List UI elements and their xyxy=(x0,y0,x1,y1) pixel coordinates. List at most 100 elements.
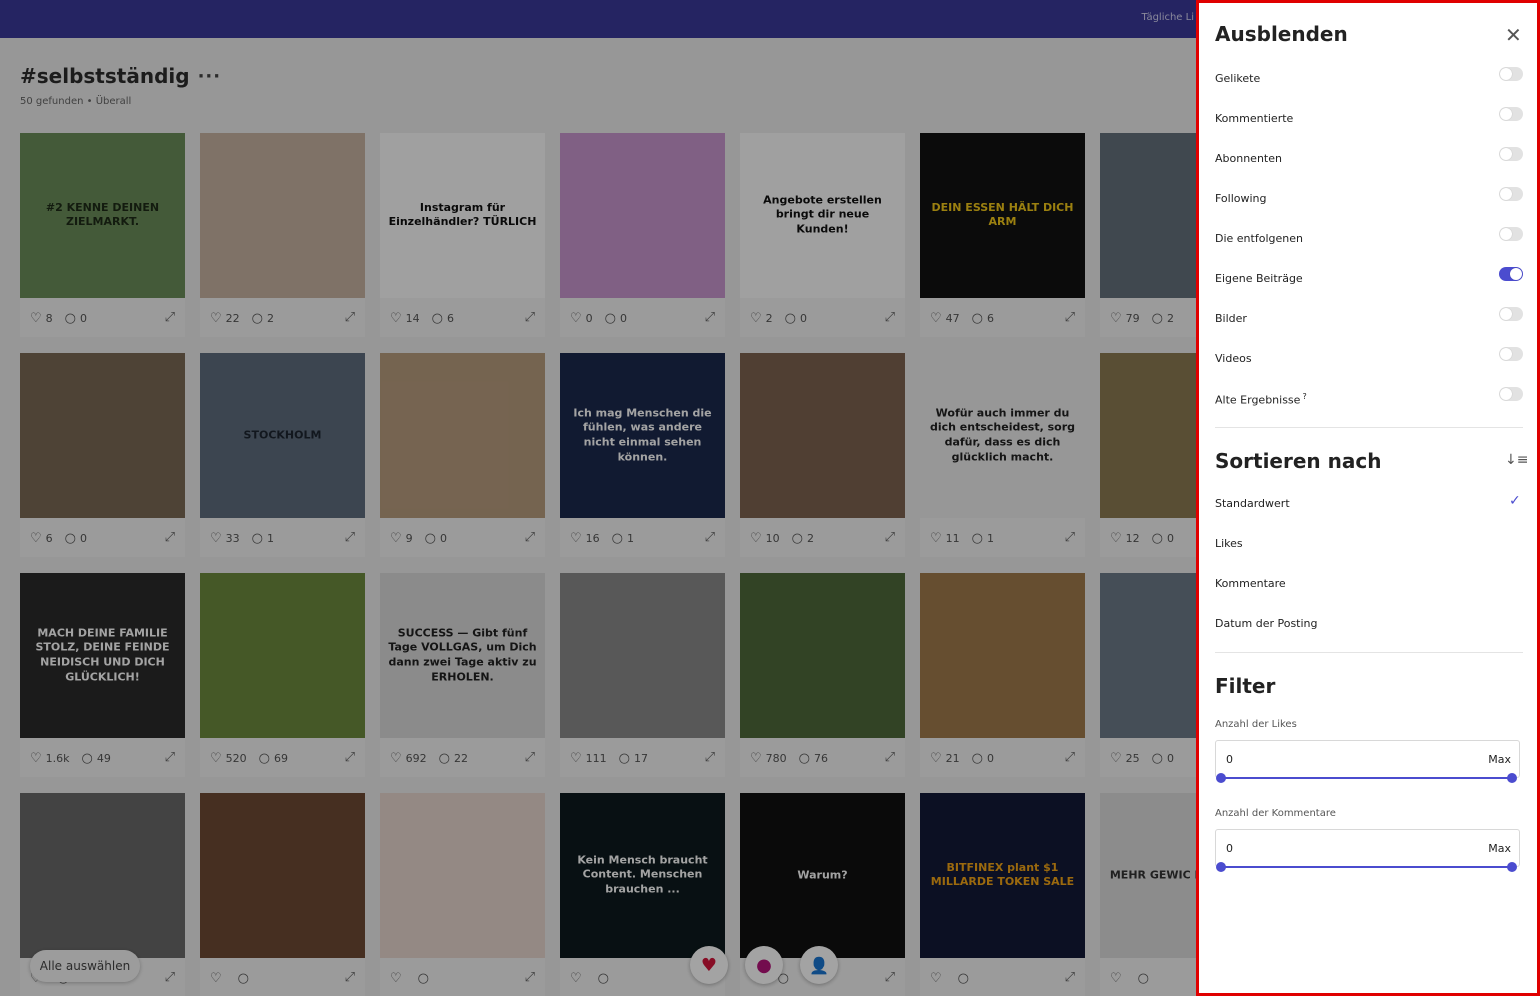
heart-outline-icon[interactable]: ♡ xyxy=(930,531,942,546)
heart-outline-icon[interactable]: ♡ xyxy=(1110,971,1122,986)
post-card[interactable]: ♡ 780 ○ 76 ⤢ xyxy=(740,573,905,777)
heart-outline-icon[interactable]: ♡ xyxy=(1110,531,1122,546)
heart-outline-icon[interactable]: ♡ xyxy=(570,311,582,326)
expand-icon[interactable]: ⤢ xyxy=(705,750,715,765)
comments-slider-max-handle[interactable] xyxy=(1507,862,1517,872)
hide-option-toggle[interactable] xyxy=(1499,227,1523,241)
post-image[interactable] xyxy=(920,573,1085,738)
hide-option-toggle[interactable] xyxy=(1499,307,1523,321)
heart-outline-icon[interactable]: ♡ xyxy=(30,531,42,546)
post-image[interactable] xyxy=(380,793,545,958)
heart-outline-icon[interactable]: ♡ xyxy=(30,311,42,326)
comment-bubble-icon[interactable]: ○ xyxy=(605,311,616,326)
comment-bubble-icon[interactable]: ○ xyxy=(1152,311,1163,326)
sort-option-row[interactable]: Likes xyxy=(1215,537,1523,550)
post-card[interactable]: DEIN ESSEN HÄLT DICH ARM ♡ 47 ○ 6 ⤢ xyxy=(920,133,1085,337)
post-card[interactable]: Ich mag Menschen die fühlen, was andere … xyxy=(560,353,725,557)
comment-bubble-icon[interactable]: ○ xyxy=(792,531,803,546)
post-card[interactable]: Wofür auch immer du dich entscheidest, s… xyxy=(920,353,1085,557)
expand-icon[interactable]: ⤢ xyxy=(525,970,535,985)
heart-outline-icon[interactable]: ♡ xyxy=(390,971,402,986)
expand-icon[interactable]: ⤢ xyxy=(705,530,715,545)
post-card[interactable]: ♡ 21 ○ 0 ⤢ xyxy=(920,573,1085,777)
comment-bubble-icon[interactable]: ○ xyxy=(238,971,249,986)
hide-option-row[interactable]: Eigene Beiträge xyxy=(1215,267,1523,285)
post-card[interactable]: ♡12○0⤢ xyxy=(1100,353,1196,557)
top-bar-text[interactable]: Tägliche Li xyxy=(1142,12,1195,23)
hide-option-toggle[interactable] xyxy=(1499,347,1523,361)
comment-bubble-icon[interactable]: ○ xyxy=(598,971,609,986)
hide-option-row[interactable]: Bilder xyxy=(1215,307,1523,325)
comment-bubble-icon[interactable]: ○ xyxy=(958,971,969,986)
sort-descending-icon[interactable]: ↓≡ xyxy=(1505,452,1528,468)
post-image[interactable] xyxy=(1100,353,1196,518)
hide-option-toggle[interactable] xyxy=(1499,267,1523,281)
sort-option-row[interactable]: Kommentare xyxy=(1215,577,1523,590)
heart-outline-icon[interactable]: ♡ xyxy=(210,311,222,326)
post-image[interactable]: Angebote erstellen bringt dir neue Kunde… xyxy=(740,133,905,298)
expand-icon[interactable]: ⤢ xyxy=(165,310,175,325)
post-image[interactable]: MEHR GEWIC DIE HAND xyxy=(1100,793,1196,958)
expand-icon[interactable]: ⤢ xyxy=(885,530,895,545)
comment-bubble-icon[interactable]: ○ xyxy=(1138,971,1149,986)
expand-icon[interactable]: ⤢ xyxy=(1065,750,1075,765)
heart-outline-icon[interactable]: ♡ xyxy=(930,971,942,986)
heart-outline-icon[interactable]: ♡ xyxy=(570,531,582,546)
post-image[interactable] xyxy=(200,133,365,298)
comment-bubble-icon[interactable]: ○ xyxy=(1152,531,1163,546)
post-card[interactable]: MACH DEINE FAMILIE STOLZ, DEINE FEINDE N… xyxy=(20,573,185,777)
comments-range-field[interactable]: 0 Max xyxy=(1215,829,1520,867)
expand-icon[interactable]: ⤢ xyxy=(525,750,535,765)
fab-follow-add-user-icon[interactable]: 👤 xyxy=(800,946,838,984)
expand-icon[interactable]: ⤢ xyxy=(345,970,355,985)
likes-slider-max-handle[interactable] xyxy=(1507,773,1517,783)
post-image[interactable]: Ich mag Menschen die fühlen, was andere … xyxy=(560,353,725,518)
hide-option-row[interactable]: Die entfolgenen xyxy=(1215,227,1523,245)
comments-slider-min-handle[interactable] xyxy=(1216,862,1226,872)
post-card[interactable]: ♡ 10 ○ 2 ⤢ xyxy=(740,353,905,557)
heart-outline-icon[interactable]: ♡ xyxy=(390,311,402,326)
post-card[interactable]: ♡○⤢ xyxy=(200,793,365,996)
comment-bubble-icon[interactable]: ○ xyxy=(799,751,810,766)
sort-option-row[interactable]: Datum der Posting xyxy=(1215,617,1523,630)
comment-bubble-icon[interactable]: ○ xyxy=(432,311,443,326)
expand-icon[interactable]: ⤢ xyxy=(345,530,355,545)
select-all-button[interactable]: Alle auswählen xyxy=(30,950,140,982)
heart-outline-icon[interactable]: ♡ xyxy=(570,751,582,766)
hide-option-row[interactable]: Following xyxy=(1215,187,1523,205)
comment-bubble-icon[interactable]: ○ xyxy=(439,751,450,766)
post-image[interactable] xyxy=(380,353,545,518)
comment-bubble-icon[interactable]: ○ xyxy=(972,311,983,326)
post-image[interactable] xyxy=(20,793,185,958)
likes-slider-min-handle[interactable] xyxy=(1216,773,1226,783)
heart-outline-icon[interactable]: ♡ xyxy=(1110,311,1122,326)
expand-icon[interactable]: ⤢ xyxy=(1065,310,1075,325)
post-image[interactable] xyxy=(740,573,905,738)
heart-outline-icon[interactable]: ♡ xyxy=(210,531,222,546)
post-image[interactable]: #2 KENNE DEINEN ZIELMARKT. xyxy=(20,133,185,298)
expand-icon[interactable]: ⤢ xyxy=(345,750,355,765)
comment-bubble-icon[interactable]: ○ xyxy=(425,531,436,546)
likes-min-value[interactable]: 0 xyxy=(1226,753,1233,766)
post-card[interactable]: ♡ 9 ○ 0 ⤢ xyxy=(380,353,545,557)
post-image[interactable] xyxy=(560,133,725,298)
post-image[interactable] xyxy=(740,353,905,518)
comments-slider-track[interactable] xyxy=(1221,866,1513,868)
expand-icon[interactable]: ⤢ xyxy=(525,530,535,545)
post-image[interactable] xyxy=(200,793,365,958)
post-image[interactable]: SUCCESS — Gibt fünf Tage VOLLGAS, um Dic… xyxy=(380,573,545,738)
post-image[interactable]: STOCKHOLM xyxy=(200,353,365,518)
post-card[interactable]: ♡ 0 ○ 0 ⤢ xyxy=(560,133,725,337)
post-image[interactable]: Kein Mensch braucht Content. Menschen br… xyxy=(560,793,725,958)
hide-option-row[interactable]: Kommentierte xyxy=(1215,107,1523,125)
expand-icon[interactable]: ⤢ xyxy=(1065,530,1075,545)
comment-bubble-icon[interactable]: ○ xyxy=(619,751,630,766)
expand-icon[interactable]: ⤢ xyxy=(165,970,175,985)
post-card[interactable]: ♡ 6 ○ 0 ⤢ xyxy=(20,353,185,557)
post-card[interactable]: STOCKHOLM ♡ 33 ○ 1 ⤢ xyxy=(200,353,365,557)
comment-bubble-icon[interactable]: ○ xyxy=(612,531,623,546)
likes-range-field[interactable]: 0 Max xyxy=(1215,740,1520,778)
heart-outline-icon[interactable]: ♡ xyxy=(210,751,222,766)
hide-option-toggle[interactable] xyxy=(1499,107,1523,121)
heart-outline-icon[interactable]: ♡ xyxy=(930,751,942,766)
